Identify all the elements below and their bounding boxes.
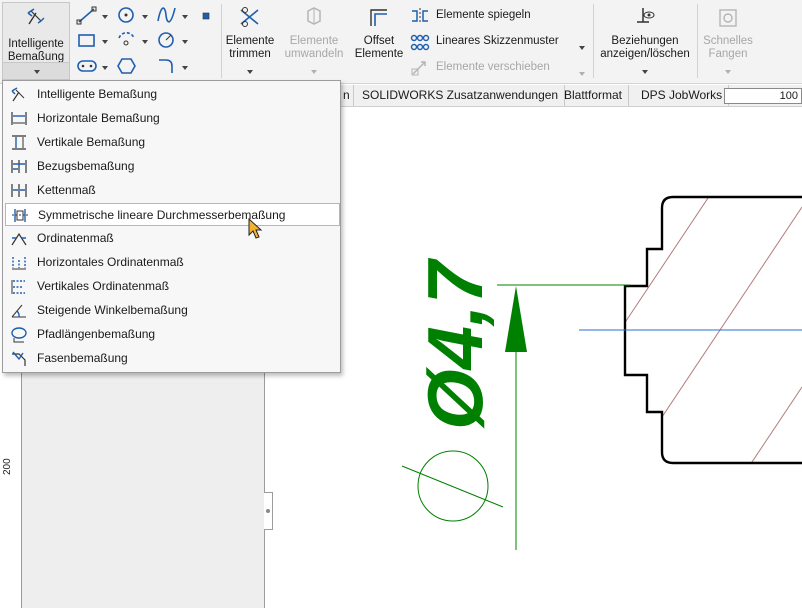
path-length-dimension-icon [10, 326, 28, 343]
mouse-pointer-icon [248, 217, 264, 243]
smart-dimension-icon [10, 86, 28, 103]
menu-item-vertical-dimension[interactable]: Vertikale Bemaßung [5, 131, 340, 154]
symmetric-diameter-dimension-icon [11, 207, 29, 224]
menu-item-label: Steigende Winkelbemaßung [37, 303, 188, 317]
chamfer-dimension-icon [10, 350, 28, 367]
dimension-arrow [505, 286, 527, 352]
menu-item-angular-running-dimension[interactable]: Steigende Winkelbemaßung [5, 299, 340, 322]
menu-item-horizontal-dimension[interactable]: Horizontale Bemaßung [5, 107, 340, 130]
menu-item-label: Kettenmaß [37, 183, 96, 197]
dimension-type-menu: Intelligente Bemaßung Horizontale Bemaßu… [2, 80, 341, 373]
baseline-dimension-icon [10, 158, 28, 175]
menu-item-path-length-dimension[interactable]: Pfadlängenbemaßung [5, 323, 340, 346]
menu-item-label: Bezugsbemaßung [37, 159, 135, 173]
menu-item-horizontal-ordinate[interactable]: Horizontales Ordinatenmaß [5, 251, 340, 274]
menu-item-label: Intelligente Bemaßung [37, 87, 158, 101]
menu-item-vertical-ordinate[interactable]: Vertikales Ordinatenmaß [5, 275, 340, 298]
chain-dimension-icon [10, 182, 28, 199]
menu-item-label: Ordinatenmaß [37, 231, 114, 245]
menu-item-label: Pfadlängenbemaßung [37, 327, 156, 341]
ordinate-dimension-icon [10, 230, 28, 247]
menu-item-ordinate-dimension[interactable]: Ordinatenmaß [5, 227, 340, 250]
dimension-value-text[interactable]: Ø4,7 [411, 257, 499, 430]
vertical-dimension-icon [10, 134, 28, 151]
menu-item-smart-dimension[interactable]: Intelligente Bemaßung [5, 83, 340, 106]
horizontal-ordinate-icon [10, 254, 28, 271]
menu-item-baseline-dimension[interactable]: Bezugsbemaßung [5, 155, 340, 178]
menu-item-label: Horizontales Ordinatenmaß [37, 255, 184, 269]
menu-item-label: Fasenbemaßung [37, 351, 128, 365]
angular-running-dimension-icon [10, 302, 28, 319]
menu-item-symmetric-diameter-dimension[interactable]: Symmetrische lineare Durchmesserbemaßung [5, 203, 340, 226]
menu-item-chamfer-dimension[interactable]: Fasenbemaßung [5, 347, 340, 370]
diameter-symbol [417, 450, 489, 522]
vertical-ordinate-icon [10, 278, 28, 295]
menu-item-chain-dimension[interactable]: Kettenmaß [5, 179, 340, 202]
horizontal-dimension-icon [10, 110, 28, 127]
menu-item-label: Horizontale Bemaßung [37, 111, 160, 125]
menu-item-label: Vertikale Bemaßung [37, 135, 146, 149]
menu-item-label: Vertikales Ordinatenmaß [37, 279, 170, 293]
